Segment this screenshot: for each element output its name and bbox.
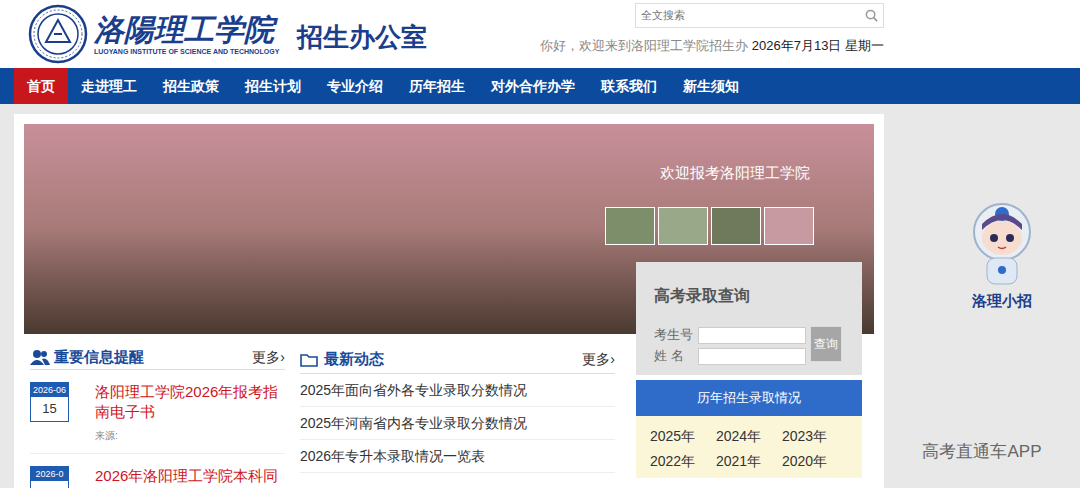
admission-history: 历年招生录取情况2025年2024年2023年2022年2021年2020年: [636, 380, 862, 488]
school-seal-icon: [28, 4, 88, 64]
users-icon: [30, 349, 50, 365]
nav-item[interactable]: 招生政策: [150, 68, 232, 104]
office-title: 招生办公室: [297, 18, 427, 57]
news-item[interactable]: 2025年河南省内各专业录取分数情况: [300, 407, 615, 440]
nav-item[interactable]: 走进理工: [68, 68, 150, 104]
nav-item[interactable]: 对外合作办学: [478, 68, 588, 104]
search-box[interactable]: 全文搜索: [635, 3, 884, 28]
logo[interactable]: [28, 4, 88, 64]
nav-item[interactable]: 历年招生: [396, 68, 478, 104]
notice-item[interactable]: 2026-0615洛阳理工学院2026年报考指南电子书来源:: [30, 370, 285, 454]
year-link[interactable]: 2023年: [782, 424, 848, 449]
query-button[interactable]: 查询: [810, 326, 842, 362]
page: 洛陽理工学院LUOYANG INSTITUTE OF SCIENCE AND T…: [0, 0, 1080, 488]
query-input[interactable]: [698, 348, 806, 365]
header: 洛陽理工学院LUOYANG INSTITUTE OF SCIENCE AND T…: [0, 0, 1080, 68]
date-badge: 2026-0615: [30, 382, 69, 422]
notice-item[interactable]: 2026-02026年洛阳理工学院本科同: [30, 454, 285, 488]
nav-item[interactable]: 首页: [14, 68, 68, 104]
news-item[interactable]: 2026年专升本录取情况一览表: [300, 440, 615, 473]
nav-item[interactable]: 招生计划: [232, 68, 314, 104]
query-input[interactable]: [698, 327, 806, 344]
nav-item[interactable]: 联系我们: [588, 68, 670, 104]
banner-thumbnails: [605, 207, 814, 245]
notices: 重要信息提醒更多›2026-0615洛阳理工学院2026年报考指南电子书来源:2…: [30, 346, 285, 488]
banner-thumbnail[interactable]: [711, 207, 761, 245]
banner-thumbnail[interactable]: [658, 207, 708, 245]
mascot[interactable]: 洛理小招: [967, 200, 1037, 313]
watermark: 高考直通车APP: [922, 439, 1041, 465]
school-name: 洛陽理工学院LUOYANG INSTITUTE OF SCIENCE AND T…: [94, 13, 279, 56]
mascot-icon: [967, 200, 1037, 290]
field-label: 姓 名: [654, 346, 698, 366]
banner-caption: 欢迎报考洛阳理工学院: [660, 162, 810, 185]
year-link[interactable]: 2021年: [716, 449, 782, 474]
date-badge: 2026-0: [30, 466, 69, 488]
more-link[interactable]: 更多›: [582, 349, 615, 370]
banner: 欢迎报考洛阳理工学院高考录取查询考生号姓 名查询: [24, 124, 874, 334]
admission-query: 高考录取查询考生号姓 名查询: [636, 262, 862, 375]
field-label: 考生号: [654, 325, 698, 345]
banner-thumbnail[interactable]: [605, 207, 655, 245]
folder-icon: [300, 353, 318, 367]
year-link[interactable]: 2025年: [650, 424, 716, 449]
search-icon[interactable]: [865, 9, 878, 22]
main-panel: 欢迎报考洛阳理工学院高考录取查询考生号姓 名查询重要信息提醒更多›2026-06…: [14, 114, 884, 488]
banner-thumbnail[interactable]: [764, 207, 814, 245]
nav-bar: 首页走进理工招生政策招生计划专业介绍历年招生对外合作办学联系我们新生须知: [0, 68, 1080, 104]
welcome-line: 你好，欢迎来到洛阳理工学院招生办2026年7月13日 星期一: [540, 36, 884, 56]
year-link[interactable]: 2020年: [782, 449, 848, 474]
nav-item[interactable]: 专业介绍: [314, 68, 396, 104]
year-link[interactable]: 2024年: [716, 424, 782, 449]
news-item[interactable]: 2025年面向省外各专业录取分数情况: [300, 374, 615, 407]
more-link[interactable]: 更多›: [252, 347, 285, 368]
nav-item[interactable]: 新生须知: [670, 68, 752, 104]
year-link[interactable]: 2022年: [650, 449, 716, 474]
news: 最新动态更多›2025年面向省外各专业录取分数情况2025年河南省内各专业录取分…: [300, 346, 615, 488]
